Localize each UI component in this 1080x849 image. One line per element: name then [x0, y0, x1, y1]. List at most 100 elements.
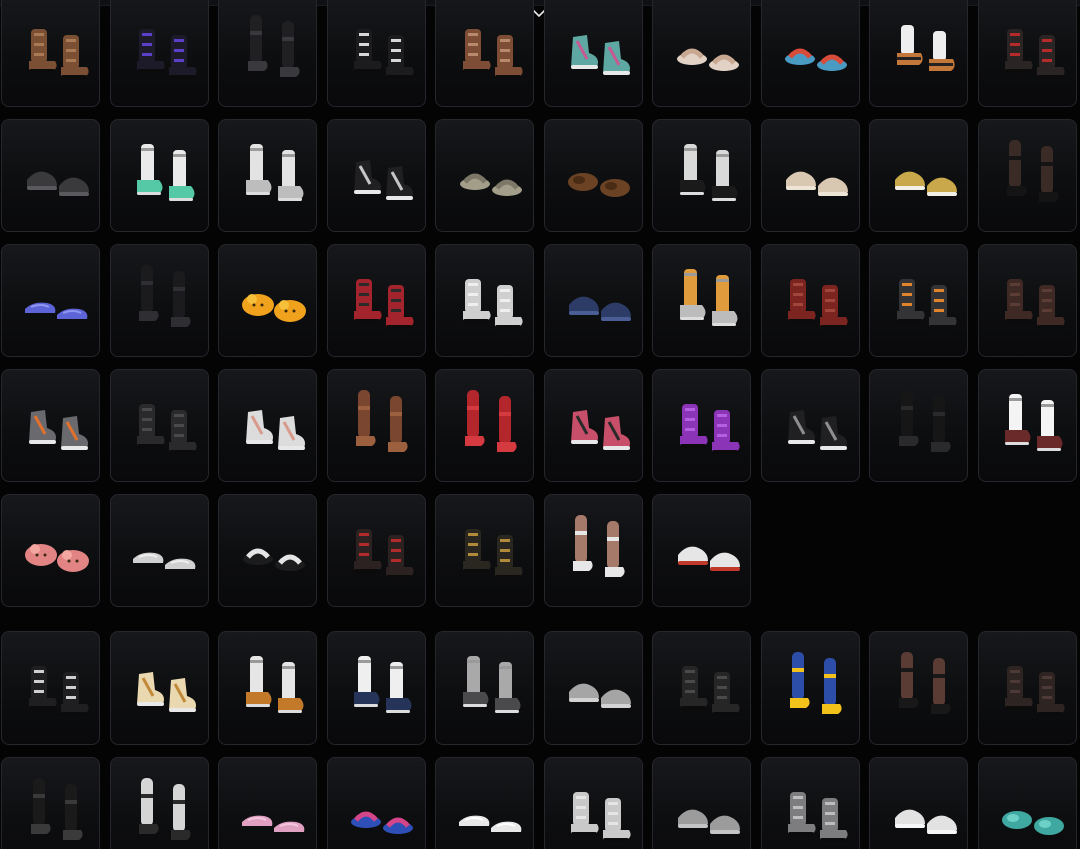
gray-low-sneakers-icon	[3, 136, 99, 216]
shoe-item-tile[interactable]	[218, 631, 317, 745]
gray-moon-boots-icon	[762, 774, 858, 849]
white-flats-icon	[437, 774, 533, 849]
black-hightops-icon	[762, 386, 858, 466]
shoe-item-tile[interactable]	[435, 369, 534, 482]
gray-slouch-sock-boots-icon	[437, 648, 533, 728]
shoe-item-tile[interactable]	[1, 631, 100, 745]
shoe-item-tile[interactable]	[1, 369, 100, 482]
shoe-item-tile[interactable]	[869, 119, 968, 232]
shoe-item-tile[interactable]	[218, 0, 317, 107]
shoe-item-tile[interactable]	[109, 369, 209, 482]
striped-black-boots-icon	[3, 648, 99, 728]
shoe-item-tile[interactable]	[869, 0, 968, 107]
shoe-item-tile[interactable]	[218, 494, 317, 607]
shoe-item-tile[interactable]	[760, 369, 860, 482]
shoe-item-tile[interactable]	[543, 0, 643, 107]
shoe-item-tile[interactable]	[326, 369, 426, 482]
shoe-item-tile[interactable]	[543, 757, 643, 849]
pink-fuzzy-slippers-icon	[3, 511, 99, 591]
teal-clogs-icon	[979, 774, 1075, 849]
shoe-item-tile[interactable]	[435, 494, 534, 607]
shoe-item-tile[interactable]	[435, 631, 534, 745]
shoe-item-tile[interactable]	[326, 0, 426, 107]
shoe-item-tile[interactable]	[652, 119, 751, 232]
red-thigh-boots-icon	[437, 386, 533, 466]
shoe-item-tile[interactable]	[652, 494, 751, 607]
shoe-item-tile[interactable]	[760, 757, 860, 849]
shoe-item-tile[interactable]	[869, 631, 968, 745]
shoe-item-tile[interactable]	[760, 631, 860, 745]
shoe-item-tile[interactable]	[435, 0, 534, 107]
shoe-item-tile[interactable]	[218, 369, 317, 482]
shoe-item-tile[interactable]	[652, 244, 751, 357]
shoe-item-tile[interactable]	[977, 244, 1077, 357]
shoe-item-tile[interactable]	[326, 119, 426, 232]
shoe-item-tile[interactable]	[543, 494, 643, 607]
shoe-item-tile[interactable]	[109, 119, 209, 232]
blue-flats-icon	[3, 261, 99, 341]
black-white-ankle-boots-icon	[328, 11, 424, 91]
shoe-item-tile[interactable]	[326, 244, 426, 357]
shoe-item-tile[interactable]	[652, 757, 751, 849]
shoe-item-tile[interactable]	[760, 119, 860, 232]
purple-boots-icon	[654, 386, 750, 466]
shoe-item-tile[interactable]	[326, 631, 426, 745]
gray-orange-hightops-icon	[3, 386, 99, 466]
shoe-item-tile[interactable]	[435, 119, 534, 232]
shoe-item-tile[interactable]	[109, 244, 209, 357]
shoe-item-tile[interactable]	[435, 244, 534, 357]
shoe-item-tile[interactable]	[1, 244, 100, 357]
black-stockings-icon	[111, 261, 207, 341]
fishnet-heels-icon	[871, 648, 967, 728]
shoe-item-tile[interactable]	[543, 119, 643, 232]
dark-brown-boots-icon	[979, 261, 1075, 341]
shoe-item-tile[interactable]	[1, 494, 100, 607]
shoe-item-tile[interactable]	[218, 244, 317, 357]
shoe-item-tile[interactable]	[109, 757, 209, 849]
shoe-item-tile[interactable]	[869, 757, 968, 849]
shoe-item-tile[interactable]	[1, 119, 100, 232]
yellow-cat-slippers-icon	[220, 261, 316, 341]
red-lace-combat-boots-icon	[328, 511, 424, 591]
orange-white-sock-boots-icon	[220, 648, 316, 728]
shoe-item-tile[interactable]	[760, 244, 860, 357]
white-pink-hightops-icon	[220, 386, 316, 466]
gray-sock-sneakers-icon	[654, 261, 750, 341]
white-red-sneakers-icon	[654, 511, 750, 591]
shoe-item-tile[interactable]	[652, 631, 751, 745]
shoe-item-tile[interactable]	[326, 494, 426, 607]
shoe-item-tile[interactable]	[435, 757, 534, 849]
shoe-item-tile[interactable]	[109, 494, 209, 607]
shoe-item-tile[interactable]	[109, 631, 209, 745]
black-silver-hightops-icon	[328, 136, 424, 216]
shoe-item-tile[interactable]	[218, 757, 317, 849]
shoe-item-tile[interactable]	[543, 244, 643, 357]
white-navy-sock-shoes-icon	[328, 648, 424, 728]
shoe-item-tile[interactable]	[218, 119, 317, 232]
striped-leg-warmers-icon	[111, 774, 207, 849]
shoe-item-tile[interactable]	[977, 0, 1077, 107]
shoe-item-tile[interactable]	[1, 757, 100, 849]
gray-sneakers-icon	[654, 774, 750, 849]
bare-legs-white-sneakers-icon	[545, 511, 641, 591]
shoe-item-tile[interactable]	[543, 631, 643, 745]
shoe-item-tile[interactable]	[326, 757, 426, 849]
shoe-item-tile[interactable]	[760, 0, 860, 107]
shoe-item-tile[interactable]	[869, 369, 968, 482]
shoe-item-tile[interactable]	[977, 631, 1077, 745]
shoe-item-tile[interactable]	[109, 0, 209, 107]
red-wrapped-boots-icon	[979, 11, 1075, 91]
shoe-item-tile[interactable]	[543, 369, 643, 482]
shoe-item-tile[interactable]	[652, 369, 751, 482]
shoe-item-tile[interactable]	[977, 369, 1077, 482]
shoe-item-tile[interactable]	[977, 757, 1077, 849]
shoe-item-tile[interactable]	[977, 119, 1077, 232]
shoe-grid-secondary	[1, 631, 1077, 849]
shoe-item-tile[interactable]	[869, 244, 968, 357]
shoe-item-tile[interactable]	[1, 0, 100, 107]
shoe-item-tile[interactable]	[652, 0, 751, 107]
dotted-hightops-icon	[111, 648, 207, 728]
white-loafers-icon	[111, 511, 207, 591]
shoe-grid-main	[1, 0, 1077, 607]
blue-yellow-lightning-boots-icon	[762, 648, 858, 728]
